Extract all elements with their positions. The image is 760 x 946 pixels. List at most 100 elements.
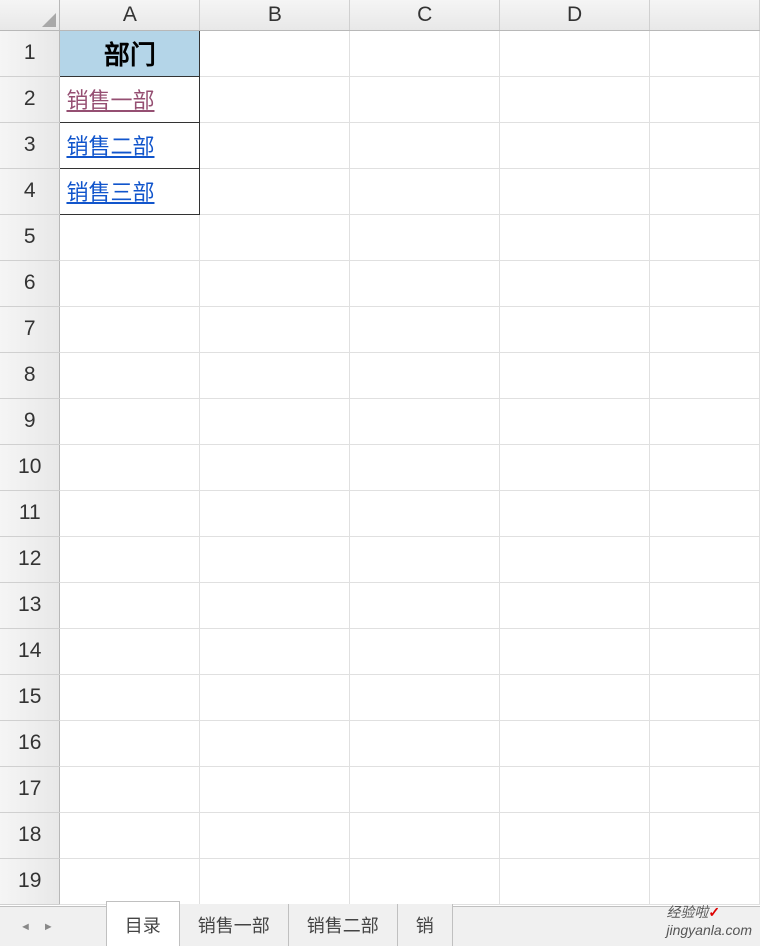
cell-B19[interactable] — [200, 858, 350, 904]
cell-A5[interactable] — [60, 214, 200, 260]
sheet-tab-sales3[interactable]: 销 — [398, 904, 453, 946]
cell-E4[interactable] — [650, 168, 760, 214]
cell-C13[interactable] — [350, 582, 500, 628]
cell-C10[interactable] — [350, 444, 500, 490]
cell-A15[interactable] — [60, 674, 200, 720]
cell-D13[interactable] — [500, 582, 650, 628]
cell-E11[interactable] — [650, 490, 760, 536]
row-header-11[interactable]: 11 — [0, 490, 60, 536]
cell-C1[interactable] — [350, 30, 500, 76]
cell-D8[interactable] — [500, 352, 650, 398]
hyperlink-A2[interactable]: 销售一部 — [66, 88, 154, 113]
cell-B17[interactable] — [200, 766, 350, 812]
cell-D9[interactable] — [500, 398, 650, 444]
sheet-tab-sales1[interactable]: 销售一部 — [180, 904, 289, 946]
column-header-E[interactable] — [650, 0, 760, 30]
cell-B14[interactable] — [200, 628, 350, 674]
cell-E8[interactable] — [650, 352, 760, 398]
cell-D17[interactable] — [500, 766, 650, 812]
cell-A13[interactable] — [60, 582, 200, 628]
cell-E3[interactable] — [650, 122, 760, 168]
cell-C5[interactable] — [350, 214, 500, 260]
cell-B1[interactable] — [200, 30, 350, 76]
row-header-10[interactable]: 10 — [0, 444, 60, 490]
row-header-19[interactable]: 19 — [0, 858, 60, 904]
cell-D3[interactable] — [500, 122, 650, 168]
cell-D5[interactable] — [500, 214, 650, 260]
column-header-A[interactable]: A — [60, 0, 200, 30]
cell-B2[interactable] — [200, 76, 350, 122]
cell-B12[interactable] — [200, 536, 350, 582]
row-header-4[interactable]: 4 — [0, 168, 60, 214]
row-header-7[interactable]: 7 — [0, 306, 60, 352]
cell-A12[interactable] — [60, 536, 200, 582]
cell-A2[interactable]: 销售一部 — [60, 76, 200, 122]
sheet-tab-sales2[interactable]: 销售二部 — [289, 904, 398, 946]
cell-D14[interactable] — [500, 628, 650, 674]
cell-B10[interactable] — [200, 444, 350, 490]
cell-E12[interactable] — [650, 536, 760, 582]
cell-A19[interactable] — [60, 858, 200, 904]
cell-E1[interactable] — [650, 30, 760, 76]
cell-B5[interactable] — [200, 214, 350, 260]
cell-E14[interactable] — [650, 628, 760, 674]
cell-E18[interactable] — [650, 812, 760, 858]
cell-B9[interactable] — [200, 398, 350, 444]
cell-E5[interactable] — [650, 214, 760, 260]
cell-C17[interactable] — [350, 766, 500, 812]
row-header-1[interactable]: 1 — [0, 30, 60, 76]
cell-D18[interactable] — [500, 812, 650, 858]
cell-D12[interactable] — [500, 536, 650, 582]
cell-A7[interactable] — [60, 306, 200, 352]
row-header-18[interactable]: 18 — [0, 812, 60, 858]
cell-B6[interactable] — [200, 260, 350, 306]
cell-D7[interactable] — [500, 306, 650, 352]
cell-B13[interactable] — [200, 582, 350, 628]
row-header-14[interactable]: 14 — [0, 628, 60, 674]
cell-E15[interactable] — [650, 674, 760, 720]
cell-A4[interactable]: 销售三部 — [60, 168, 200, 214]
cell-D16[interactable] — [500, 720, 650, 766]
cell-C11[interactable] — [350, 490, 500, 536]
cell-D6[interactable] — [500, 260, 650, 306]
cell-E10[interactable] — [650, 444, 760, 490]
cell-D2[interactable] — [500, 76, 650, 122]
cell-B11[interactable] — [200, 490, 350, 536]
cell-C6[interactable] — [350, 260, 500, 306]
cell-C2[interactable] — [350, 76, 500, 122]
cell-A8[interactable] — [60, 352, 200, 398]
cell-C12[interactable] — [350, 536, 500, 582]
cell-A9[interactable] — [60, 398, 200, 444]
cell-D15[interactable] — [500, 674, 650, 720]
cell-A18[interactable] — [60, 812, 200, 858]
cell-A14[interactable] — [60, 628, 200, 674]
column-header-D[interactable]: D — [500, 0, 650, 30]
cell-D4[interactable] — [500, 168, 650, 214]
row-header-2[interactable]: 2 — [0, 76, 60, 122]
cell-C7[interactable] — [350, 306, 500, 352]
cell-E2[interactable] — [650, 76, 760, 122]
cell-B18[interactable] — [200, 812, 350, 858]
nav-prev-icon[interactable]: ◄ — [20, 921, 31, 933]
cell-C4[interactable] — [350, 168, 500, 214]
column-header-C[interactable]: C — [350, 0, 500, 30]
cell-E7[interactable] — [650, 306, 760, 352]
cell-B16[interactable] — [200, 720, 350, 766]
row-header-3[interactable]: 3 — [0, 122, 60, 168]
select-all-corner[interactable] — [0, 0, 60, 30]
cell-C15[interactable] — [350, 674, 500, 720]
row-header-8[interactable]: 8 — [0, 352, 60, 398]
cell-A3[interactable]: 销售二部 — [60, 122, 200, 168]
cell-A16[interactable] — [60, 720, 200, 766]
cell-E19[interactable] — [650, 858, 760, 904]
row-header-16[interactable]: 16 — [0, 720, 60, 766]
cell-D1[interactable] — [500, 30, 650, 76]
cell-B15[interactable] — [200, 674, 350, 720]
cell-E16[interactable] — [650, 720, 760, 766]
hyperlink-A4[interactable]: 销售三部 — [66, 180, 154, 205]
cell-D10[interactable] — [500, 444, 650, 490]
row-header-9[interactable]: 9 — [0, 398, 60, 444]
cell-C16[interactable] — [350, 720, 500, 766]
cell-B8[interactable] — [200, 352, 350, 398]
column-header-B[interactable]: B — [200, 0, 350, 30]
